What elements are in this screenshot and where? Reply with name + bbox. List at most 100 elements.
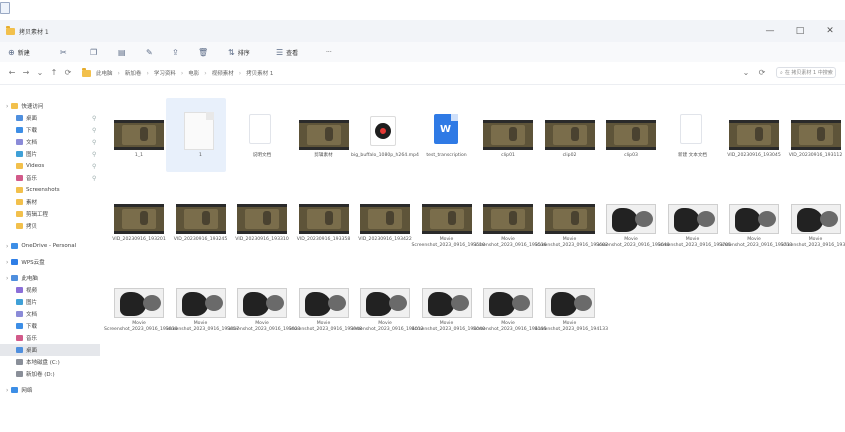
rename-button[interactable]: ✎ bbox=[146, 45, 153, 59]
sidebar-item[interactable]: 下载 bbox=[0, 320, 100, 332]
sidebar-item[interactable]: 文档 bbox=[0, 308, 100, 320]
breadcrumb-item[interactable]: 视频素材 bbox=[212, 69, 234, 77]
recent-button[interactable]: ⌄ bbox=[34, 67, 46, 79]
share-icon: ⇪ bbox=[172, 47, 179, 57]
folder-icon bbox=[16, 299, 23, 305]
sidebar-item[interactable]: 图片 bbox=[0, 296, 100, 308]
chevron-right-icon[interactable]: › bbox=[6, 259, 8, 266]
file-item[interactable]: VID_20230916_193201 bbox=[104, 182, 166, 256]
breadcrumb[interactable]: 此电脑 › 新加卷 › 学习资料 › 电影 › 视频素材 › 拷贝素材 1 bbox=[82, 67, 273, 77]
refresh-icon[interactable]: ⟳ bbox=[756, 67, 768, 79]
file-item[interactable]: Movie Screenshot_2023_0916_193921 bbox=[227, 266, 301, 340]
up-button[interactable]: ↑ bbox=[48, 67, 60, 79]
video-thumbnail bbox=[483, 120, 533, 150]
file-item[interactable]: VID_20230916_193245 bbox=[166, 182, 227, 256]
paste-button[interactable]: ▤ bbox=[118, 45, 126, 59]
file-item[interactable]: Movie Screenshot_2023_0916_193510 bbox=[412, 182, 485, 256]
forward-button[interactable]: → bbox=[20, 67, 32, 79]
file-item[interactable]: VID_20230916_193310 bbox=[227, 182, 289, 256]
sidebar-item[interactable]: 剪辑工程 bbox=[0, 208, 100, 220]
more-button[interactable]: ··· bbox=[326, 45, 332, 59]
file-item[interactable]: Movie Screenshot_2023_0916_193857 bbox=[166, 266, 239, 340]
file-item[interactable]: clip03 bbox=[596, 98, 656, 172]
file-item[interactable]: clip02 bbox=[535, 98, 595, 172]
refresh-button[interactable]: ⟳ bbox=[62, 67, 74, 79]
copy-button[interactable]: ❐ bbox=[90, 45, 97, 59]
sidebar-item[interactable]: 桌面 bbox=[0, 344, 100, 356]
file-item[interactable]: VID_20230916_193358 bbox=[289, 182, 350, 256]
file-item[interactable]: 剪辑素材 bbox=[289, 98, 349, 172]
file-item[interactable]: Movie Screenshot_2023_0916_193602 bbox=[535, 182, 608, 256]
share-button[interactable]: ⇪ bbox=[172, 45, 179, 59]
view-button[interactable]: ☰ 查看 bbox=[276, 45, 298, 59]
sort-icon: ⇅ bbox=[228, 47, 235, 57]
file-item[interactable]: 1 bbox=[165, 98, 226, 172]
close-button[interactable]: ✕ bbox=[815, 20, 845, 42]
breadcrumb-item[interactable]: 新加卷 bbox=[125, 69, 142, 77]
sidebar-item[interactable]: › 网络 bbox=[0, 384, 100, 396]
file-item[interactable]: Movie Screenshot_2023_0916_193948 bbox=[289, 266, 362, 340]
dropdown-icon[interactable]: ⌄ bbox=[740, 67, 752, 79]
chevron-right-icon[interactable]: › bbox=[6, 243, 8, 250]
sort-button[interactable]: ⇅ 排序 bbox=[228, 45, 250, 59]
sidebar-item[interactable]: 视频 bbox=[0, 284, 100, 296]
sidebar-item[interactable]: Screenshots bbox=[0, 184, 100, 196]
sidebar-item[interactable]: 音乐 bbox=[0, 332, 100, 344]
file-item[interactable]: Movie Screenshot_2023_0916_193731 bbox=[719, 182, 793, 256]
new-button[interactable]: ⊕ 新建 bbox=[8, 45, 30, 59]
sidebar-item[interactable]: 文档 ⚲ bbox=[0, 136, 100, 148]
sidebar-item[interactable]: › OneDrive - Personal bbox=[0, 240, 100, 252]
sidebar-item[interactable]: › 此电脑 bbox=[0, 272, 100, 284]
cut-button[interactable]: ✂ bbox=[60, 45, 67, 59]
breadcrumb-item[interactable]: 电影 bbox=[188, 69, 199, 77]
file-item[interactable]: Movie Screenshot_2023_0916_193640 bbox=[596, 182, 670, 256]
file-item[interactable]: VID_20230916_193112 bbox=[781, 98, 842, 172]
file-item[interactable]: VID_20230916_193045 bbox=[719, 98, 781, 172]
file-item[interactable]: Movie Screenshot_2023_0916_194040 bbox=[412, 266, 485, 340]
media-file-icon bbox=[370, 116, 396, 146]
file-item[interactable]: 说明文档 bbox=[227, 98, 287, 172]
file-item[interactable]: Movie Screenshot_2023_0916_194133 bbox=[535, 266, 608, 340]
file-item[interactable]: 1_1 bbox=[104, 98, 164, 172]
delete-button[interactable]: 🗑 bbox=[198, 45, 208, 59]
sidebar-item[interactable]: 本地磁盘 (C:) bbox=[0, 356, 100, 368]
file-name: Movie Screenshot_2023_0916_193705 bbox=[657, 237, 732, 248]
sidebar-item[interactable]: 新加卷 (D:) bbox=[0, 368, 100, 380]
video-thumbnail bbox=[114, 120, 164, 150]
breadcrumb-item[interactable]: 学习资料 bbox=[154, 69, 176, 77]
file-item[interactable]: Movie Screenshot_2023_0916_193830 bbox=[104, 266, 178, 340]
window-tab[interactable]: 拷贝素材 1 bbox=[0, 20, 156, 42]
sidebar-item[interactable]: 桌面 ⚲ bbox=[0, 112, 100, 124]
sidebar-item[interactable]: 素材 bbox=[0, 196, 100, 208]
sidebar-item[interactable]: 音乐 ⚲ bbox=[0, 172, 100, 184]
file-item[interactable]: Movie Screenshot_2023_0916_194012 bbox=[350, 266, 424, 340]
sidebar-item[interactable]: 拷贝 bbox=[0, 220, 100, 232]
chevron-right-icon[interactable]: › bbox=[6, 387, 8, 394]
minimize-button[interactable]: — bbox=[755, 20, 785, 42]
sidebar-item[interactable]: 图片 ⚲ bbox=[0, 148, 100, 160]
file-item[interactable]: Wtest_transcription bbox=[412, 98, 472, 172]
maximize-button[interactable]: □ bbox=[785, 20, 815, 42]
sidebar-item-label: 音乐 bbox=[26, 336, 38, 342]
file-item[interactable]: Movie Screenshot_2023_0916_193705 bbox=[658, 182, 731, 256]
back-button[interactable]: ← bbox=[6, 67, 18, 79]
file-item[interactable]: VID_20230916_193422 bbox=[350, 182, 412, 256]
sidebar-item[interactable]: › 快速访问 bbox=[0, 100, 100, 112]
file-item[interactable]: big_buffalo_1080p_h264.mp4 bbox=[350, 98, 419, 172]
breadcrumb-item[interactable]: 此电脑 bbox=[96, 69, 113, 77]
file-item[interactable]: clip01 bbox=[473, 98, 533, 172]
file-item[interactable]: Movie Screenshot_2023_0916_194105 bbox=[473, 266, 547, 340]
sidebar-item[interactable]: › WPS云盘 bbox=[0, 256, 100, 268]
sidebar-item[interactable]: 下载 ⚲ bbox=[0, 124, 100, 136]
search-box[interactable]: ⌕ 在 拷贝素材 1 中搜索 bbox=[776, 67, 836, 78]
file-name: Movie Screenshot_2023_0916_193857 bbox=[165, 321, 240, 332]
navigation-pane: › 快速访问 桌面 ⚲ 下载 ⚲ 文档 ⚲ 图片 ⚲ Videos ⚲ 音乐 ⚲ Screenshots 素材… bbox=[0, 94, 100, 432]
folder-icon bbox=[16, 175, 23, 181]
chevron-right-icon[interactable]: › bbox=[6, 275, 8, 282]
chevron-right-icon[interactable]: › bbox=[6, 103, 8, 110]
breadcrumb-item[interactable]: 拷贝素材 1 bbox=[246, 69, 273, 77]
sidebar-item[interactable]: Videos ⚲ bbox=[0, 160, 100, 172]
file-item[interactable]: Movie Screenshot_2023_0916_193802 bbox=[781, 182, 845, 256]
file-item[interactable]: Movie Screenshot_2023_0916_193536 bbox=[473, 182, 547, 256]
file-item[interactable]: 新建 文本文档 bbox=[658, 98, 718, 172]
